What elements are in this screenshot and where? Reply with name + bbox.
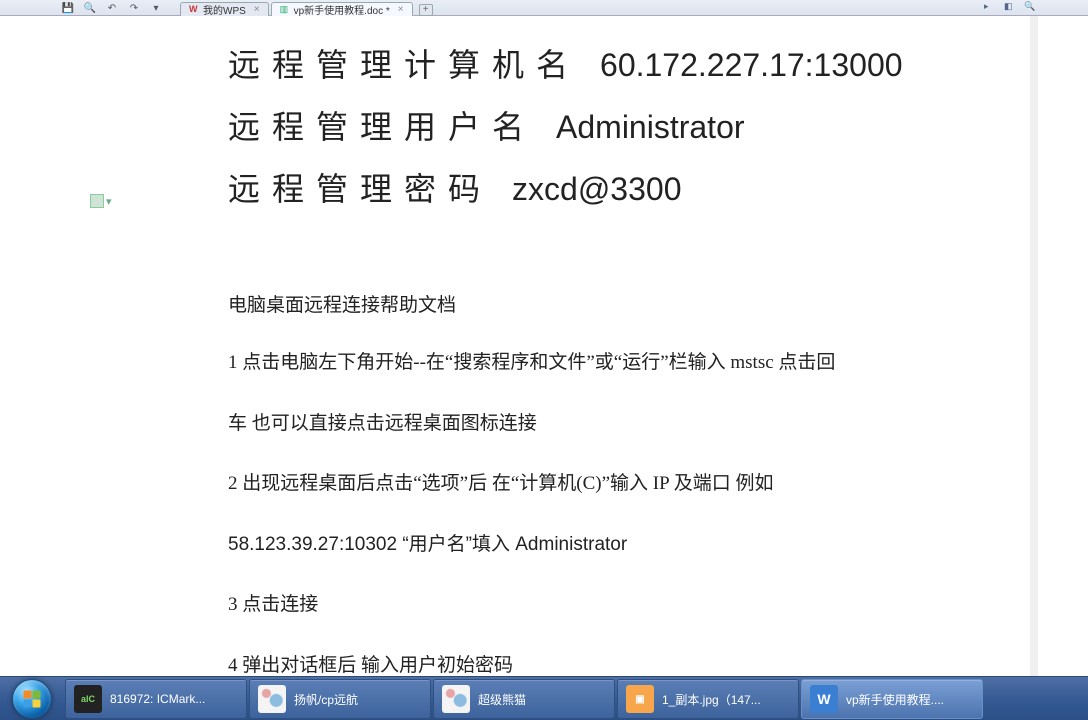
save-icon[interactable]: 💾 [60, 1, 76, 15]
taskbar-item-label: 816972: ICMark... [110, 692, 205, 706]
redo-icon[interactable]: ↷ [126, 1, 142, 15]
close-icon[interactable]: × [398, 4, 404, 15]
chevron-down-icon: ▾ [106, 195, 112, 208]
close-icon[interactable]: × [254, 4, 260, 15]
add-tab-button[interactable]: + [419, 4, 433, 16]
step-2-line-a: 2 出现远程桌面后点击“选项”后 在“计算机(C)”输入 IP 及端口 例如 [228, 470, 928, 499]
windows-taskbar: alC 816972: ICMark... 扬帆/cp远航 超级熊猫 ▣ 1_副… [0, 676, 1088, 720]
step-2-line-b: 58.123.39.27:10302 “用户名”填入 Administrator [228, 531, 928, 560]
search-doc-icon[interactable]: 🔍 [82, 1, 98, 15]
mini-icon-1[interactable]: ▸ [984, 1, 998, 13]
taskbar-item-image[interactable]: ▣ 1_副本.jpg（147... [617, 679, 799, 719]
left-gutter [0, 16, 58, 676]
mini-icon-2[interactable]: ◧ [1004, 1, 1018, 13]
step-1-line-a: 1 点击电脑左下角开始--在“搜索程序和文件”或“运行”栏输入 mstsc 点击… [228, 349, 928, 378]
step-4: 4 弹出对话框后 输入用户初始密码 [228, 652, 928, 677]
tab-my-wps[interactable]: W 我的WPS × [180, 2, 269, 16]
app-icon-terminal: alC [74, 685, 102, 713]
app-icon-avatar [258, 685, 286, 713]
tab-vp-doc[interactable]: ▥ vp新手使用教程.doc * × [271, 2, 413, 16]
value-username: Administrator [556, 109, 745, 145]
word-doc-icon: ▥ [280, 4, 290, 14]
label-username: 远程管理用户名 [228, 109, 536, 145]
undo-icon[interactable]: ↶ [104, 1, 120, 15]
vertical-scrollbar[interactable] [1030, 16, 1038, 676]
taskbar-item-label: 超级熊猫 [478, 691, 526, 708]
step-3: 3 点击连接 [228, 591, 928, 620]
header-line-computer: 远程管理计算机名 60.172.227.17:13000 [228, 40, 928, 86]
app-icon-image-viewer: ▣ [626, 685, 654, 713]
windows-orb-icon [12, 679, 52, 719]
value-computer-name: 60.172.227.17:13000 [600, 47, 903, 83]
header-line-username: 远程管理用户名 Administrator [228, 102, 928, 148]
right-gutter [1038, 16, 1088, 676]
step-1-line-b: 车 也可以直接点击远程桌面图标连接 [228, 410, 928, 439]
tab-label: 我的WPS [203, 2, 246, 17]
step-2-text: 58.123.39.27:10302 “用户名”填入 Administrator [228, 534, 627, 555]
document-content: 远程管理计算机名 60.172.227.17:13000 远程管理用户名 Adm… [228, 36, 928, 676]
wps-logo-icon: W [189, 4, 199, 14]
taskbar-item-yangfan[interactable]: 扬帆/cp远航 [249, 679, 431, 719]
document-area[interactable]: 远程管理计算机名 60.172.227.17:13000 远程管理用户名 Adm… [58, 16, 1028, 676]
tab-label: vp新手使用教程.doc * [294, 2, 390, 17]
taskbar-item-label: 1_副本.jpg（147... [662, 691, 761, 708]
app-icon-panda [442, 685, 470, 713]
taskbar-item-wps-doc[interactable]: W vp新手使用教程.... [801, 679, 983, 719]
taskbar-item-label: vp新手使用教程.... [846, 691, 944, 708]
start-button[interactable] [0, 677, 64, 720]
mini-search-icon[interactable]: 🔍 [1024, 1, 1038, 13]
dropdown-icon[interactable]: ▾ [148, 1, 164, 15]
label-computer-name: 远程管理计算机名 [228, 47, 580, 83]
section-title: 电脑桌面远程连接帮助文档 [228, 290, 928, 317]
taskbar-item-icmarkets[interactable]: alC 816972: ICMark... [65, 679, 247, 719]
taskbar-item-panda[interactable]: 超级熊猫 [433, 679, 615, 719]
header-line-password: 远程管理密码 zxcd@3300 [228, 164, 928, 210]
paragraph-marker-button[interactable]: ▾ [90, 194, 112, 208]
value-password: zxcd@3300 [512, 171, 681, 207]
taskbar-item-label: 扬帆/cp远航 [294, 691, 358, 708]
tab-strip: 💾 🔍 ↶ ↷ ▾ W 我的WPS × ▥ vp新手使用教程.doc * × +… [0, 0, 1088, 16]
app-icon-wps: W [810, 685, 838, 713]
paragraph-doc-icon [90, 194, 104, 208]
label-password: 远程管理密码 [228, 171, 492, 207]
